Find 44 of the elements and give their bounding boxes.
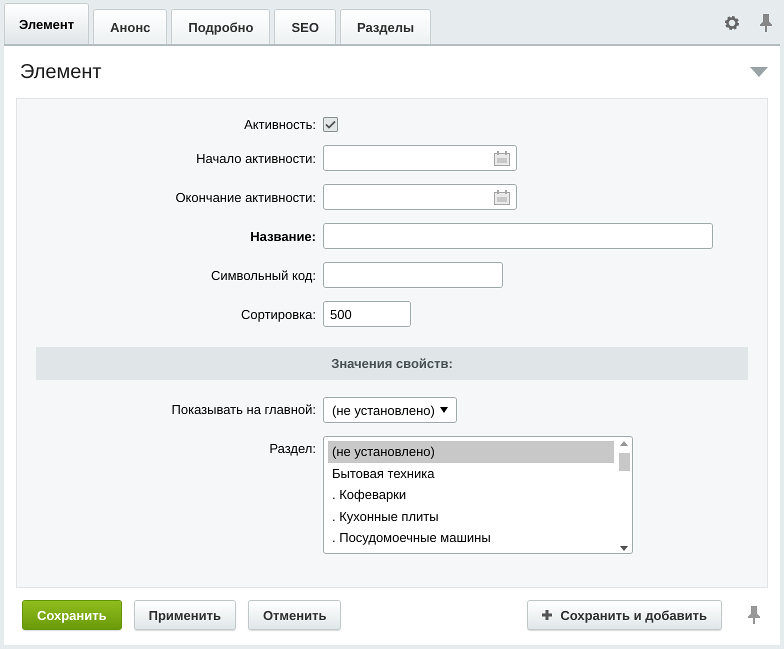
save-and-add-button[interactable]: Сохранить и добавить (527, 600, 722, 630)
scrollbar[interactable] (618, 441, 630, 551)
listbox[interactable]: (не установлено) Бытовая техника . Кофеварки . Кухонные плиты . Посудомоечные машины (323, 436, 633, 554)
tab[interactable]: Разделы (340, 9, 432, 44)
field-label: Символьный код: (210, 268, 316, 282)
plus-icon (542, 610, 552, 620)
field-label: Окончание активности: (174, 190, 316, 204)
tab[interactable]: Элемент (4, 3, 90, 44)
settings-icon[interactable] (724, 15, 740, 31)
dropdown[interactable]: (не установлено) (323, 397, 457, 423)
field-label: Активность: (243, 117, 316, 132)
tab[interactable]: SEO (274, 9, 336, 44)
action-button[interactable]: Применить (134, 600, 236, 630)
list-option[interactable]: . Кухонные плиты (328, 506, 614, 527)
tab[interactable]: Анонс (93, 9, 168, 44)
action-button[interactable]: Отменить (248, 600, 342, 630)
text-field[interactable]: 500 (323, 301, 411, 327)
list-option[interactable]: . Посудомоечные машины (328, 527, 614, 548)
text-field[interactable] (323, 262, 503, 288)
section-heading: Значения свойств: (36, 347, 748, 380)
field-label: Сортировка: (240, 306, 316, 322)
list-option[interactable]: Бытовая техника (328, 462, 614, 484)
pin-icon[interactable] (748, 606, 760, 624)
field-label: Название: (249, 228, 316, 244)
tab[interactable]: Подробно (171, 9, 270, 44)
calendar-icon (494, 190, 510, 204)
collapse-icon[interactable] (750, 67, 768, 77)
scroll-up-icon[interactable] (620, 441, 628, 446)
check-icon (325, 120, 336, 129)
date-field[interactable] (323, 145, 517, 171)
field-label: Начало активности: (195, 150, 316, 166)
field-label: Показывать на главной: (170, 401, 316, 417)
checkbox[interactable] (323, 117, 338, 132)
list-option[interactable]: (не установлено) (328, 441, 614, 462)
date-field[interactable] (323, 184, 517, 210)
list-option[interactable]: . Кофеварки (328, 484, 614, 506)
text-field[interactable] (323, 223, 713, 249)
scroll-down-icon[interactable] (620, 546, 628, 551)
calendar-icon (494, 150, 510, 166)
pin-icon[interactable] (760, 14, 772, 32)
scroll-thumb[interactable] (618, 453, 630, 471)
dropdown-arrow-icon (440, 407, 448, 413)
panel-title: Элемент (20, 60, 102, 84)
field-label: Раздел: (268, 440, 316, 456)
